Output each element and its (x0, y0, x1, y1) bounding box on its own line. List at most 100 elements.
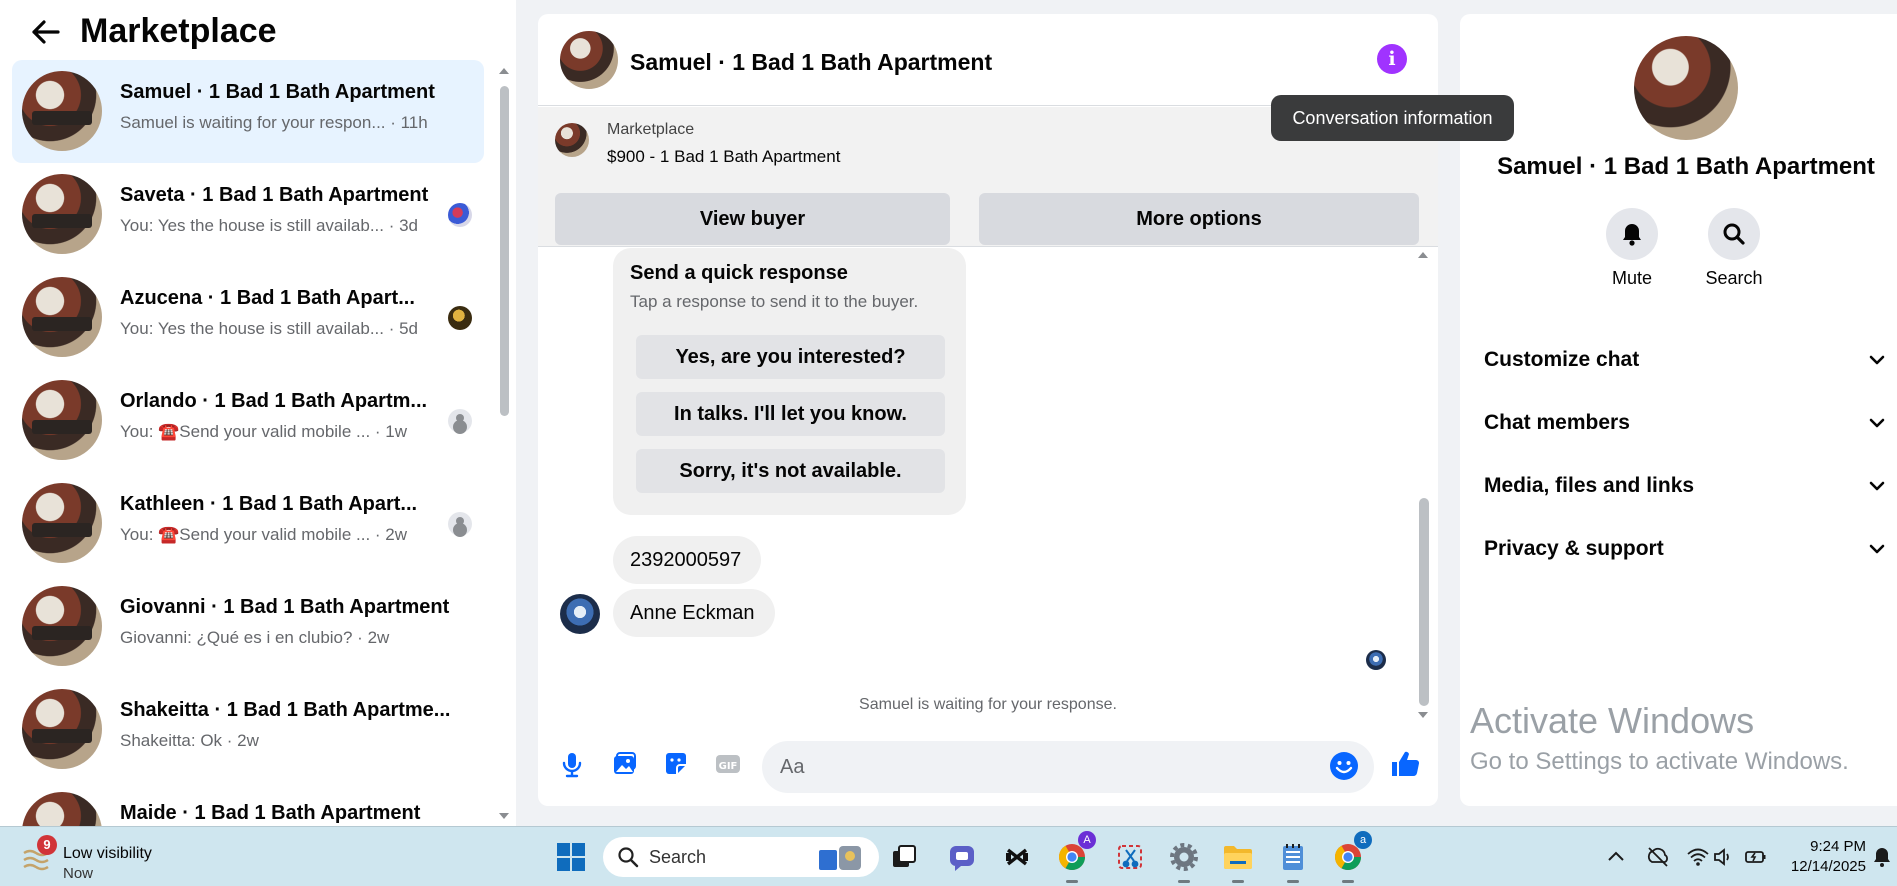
conversation-preview: Samuel is waiting for your respon... · 1… (120, 113, 428, 132)
message-bubble[interactable]: Anne Eckman (613, 589, 775, 637)
seen-avatar (448, 203, 472, 227)
view-buyer-button[interactable]: View buyer (555, 193, 950, 245)
sender-avatar[interactable] (560, 594, 600, 634)
battery-icon[interactable] (1744, 845, 1768, 869)
conversation-name: Saveta · 1 Bad 1 Bath Apartment (120, 184, 429, 206)
scroll-up-icon[interactable] (1415, 250, 1431, 260)
info-icon[interactable]: i (1377, 44, 1407, 74)
scroll-up-icon[interactable] (497, 66, 511, 76)
more-options-button[interactable]: More options (979, 193, 1419, 245)
chrome-profile-app[interactable]: a (1330, 831, 1372, 883)
conversation-preview: Shakeitta: Ok · 2w (120, 731, 259, 750)
row-label: Chat members (1484, 411, 1630, 434)
conversation-name: Shakeitta · 1 Bad 1 Bath Apartme... (120, 699, 450, 721)
chevron-up-icon[interactable] (1604, 845, 1628, 869)
conversation-item-saveta[interactable]: Saveta · 1 Bad 1 Bath Apartment You: Yes… (12, 163, 484, 266)
start-button[interactable] (553, 839, 589, 875)
quick-response-option[interactable]: Sorry, it's not available. (636, 449, 945, 493)
row-label: Privacy & support (1484, 537, 1664, 560)
volume-icon[interactable] (1712, 845, 1736, 869)
search-placeholder: Search (649, 847, 707, 867)
system-clock[interactable]: 9:24 PM 12/14/2025 (1786, 837, 1866, 877)
settings-app[interactable] (1166, 839, 1202, 883)
taskbar-search[interactable]: Search (603, 837, 879, 877)
scissors-icon (1118, 845, 1142, 869)
search-label: Search (1705, 268, 1763, 288)
listing-thumbnail (22, 174, 102, 254)
profile-name: Samuel · 1 Bad 1 Bath Apartment (1497, 153, 1875, 180)
back-arrow-icon[interactable] (26, 14, 66, 50)
gear-icon (1170, 843, 1198, 871)
teams-app[interactable] (944, 839, 980, 875)
conversation-preview: You: Yes the house is still availab... ·… (120, 216, 419, 235)
read-receipt-avatar (1366, 650, 1386, 670)
chat-scrollbar[interactable] (1415, 250, 1431, 720)
quick-response-option[interactable]: Yes, are you interested? (636, 335, 945, 379)
message-bubble[interactable]: 2392000597 (613, 536, 761, 584)
conversation-item-orlando[interactable]: Orlando · 1 Bad 1 Bath Apartm... You: ☎️… (12, 369, 484, 472)
chevron-down-icon (1869, 355, 1885, 365)
photo-icon[interactable] (608, 748, 640, 780)
seen-avatar (448, 409, 472, 433)
scrollbar-thumb[interactable] (500, 86, 509, 416)
conversation-list-scrollbar[interactable] (497, 66, 511, 826)
clock-time: 9:24 PM (1810, 838, 1866, 855)
row-label: Customize chat (1484, 348, 1640, 371)
message-composer: GIF (538, 736, 1438, 796)
search-icon (618, 847, 639, 868)
scroll-down-icon[interactable] (497, 811, 511, 821)
weather-widget[interactable]: 9 Low visibility Now (18, 835, 218, 882)
listing-title[interactable]: $900 - 1 Bad 1 Bath Apartment (607, 147, 840, 167)
watermark-title: Activate Windows (1470, 700, 1755, 741)
quick-response-option[interactable]: In talks. I'll let you know. (636, 392, 945, 436)
snipping-tool-app[interactable] (1112, 839, 1148, 875)
conversation-preview: You: Yes the house is still availab... ·… (120, 319, 419, 338)
emoji-icon[interactable] (1329, 751, 1359, 781)
svg-text:GIF: GIF (719, 761, 738, 772)
mute-button[interactable]: Mute (1592, 208, 1672, 289)
conversation-preview: You: ☎️Send your valid mobile ... · 1w (120, 422, 408, 441)
search-in-conversation-button[interactable]: Search (1694, 208, 1774, 289)
chrome-app[interactable]: A (1054, 831, 1096, 883)
chat-avatar[interactable] (560, 31, 618, 89)
file-explorer-app[interactable] (1220, 839, 1256, 883)
sticker-icon[interactable] (660, 748, 692, 780)
conversation-item-kathleen[interactable]: Kathleen · 1 Bad 1 Bath Apart... You: ☎️… (12, 472, 484, 575)
weather-time: Now (63, 865, 94, 882)
conversation-item-shakeitta[interactable]: Shakeitta · 1 Bad 1 Bath Apartme... Shak… (12, 678, 484, 781)
thumbs-up-icon[interactable] (1389, 748, 1421, 780)
microphone-icon[interactable] (556, 748, 588, 780)
watermark-subtitle: Go to Settings to activate Windows. (1470, 748, 1849, 775)
message-input[interactable] (762, 741, 1374, 793)
chat-members-row[interactable]: Chat members (1460, 393, 1897, 453)
profile-avatar[interactable] (1634, 36, 1738, 140)
listing-thumbnail (22, 689, 102, 769)
conversation-item-samuel[interactable]: Samuel · 1 Bad 1 Bath Apartment Samuel i… (12, 60, 484, 163)
running-indicator (1232, 880, 1244, 883)
chat-header: Samuel · 1 Bad 1 Bath Apartment i (538, 14, 1438, 106)
profile-badge: A (1078, 831, 1096, 849)
gif-icon[interactable]: GIF (712, 748, 744, 780)
profile-badge: a (1354, 831, 1372, 849)
conversation-preview: Giovanni: ¿Qué es i en clubio? · 2w (120, 628, 390, 647)
capcut-app[interactable] (999, 839, 1035, 875)
notepad-app[interactable] (1275, 839, 1311, 883)
customize-chat-row[interactable]: Customize chat (1460, 330, 1897, 390)
conversation-item-azucena[interactable]: Azucena · 1 Bad 1 Bath Apart... You: Yes… (12, 266, 484, 369)
conversation-info-tooltip: Conversation information (1271, 95, 1514, 141)
conversation-item-giovanni[interactable]: Giovanni · 1 Bad 1 Bath Apartment Giovan… (12, 575, 484, 678)
scroll-down-icon[interactable] (1415, 710, 1431, 720)
sync-off-icon[interactable] (1646, 845, 1670, 869)
task-view-button[interactable] (886, 839, 922, 875)
wifi-icon[interactable] (1686, 845, 1710, 869)
chat-title[interactable]: Samuel · 1 Bad 1 Bath Apartment (630, 49, 992, 76)
chevron-down-icon (1869, 481, 1885, 491)
left-header: Marketplace (0, 0, 516, 62)
conversation-item-maide[interactable]: Maide · 1 Bad 1 Bath Apartment (12, 781, 484, 826)
privacy-support-row[interactable]: Privacy & support (1460, 519, 1897, 579)
folder-icon (1224, 846, 1252, 869)
scrollbar-thumb[interactable] (1419, 498, 1429, 706)
notification-bell-icon[interactable] (1870, 845, 1894, 869)
listing-thumbnail (22, 483, 102, 563)
media-files-links-row[interactable]: Media, files and links (1460, 456, 1897, 516)
